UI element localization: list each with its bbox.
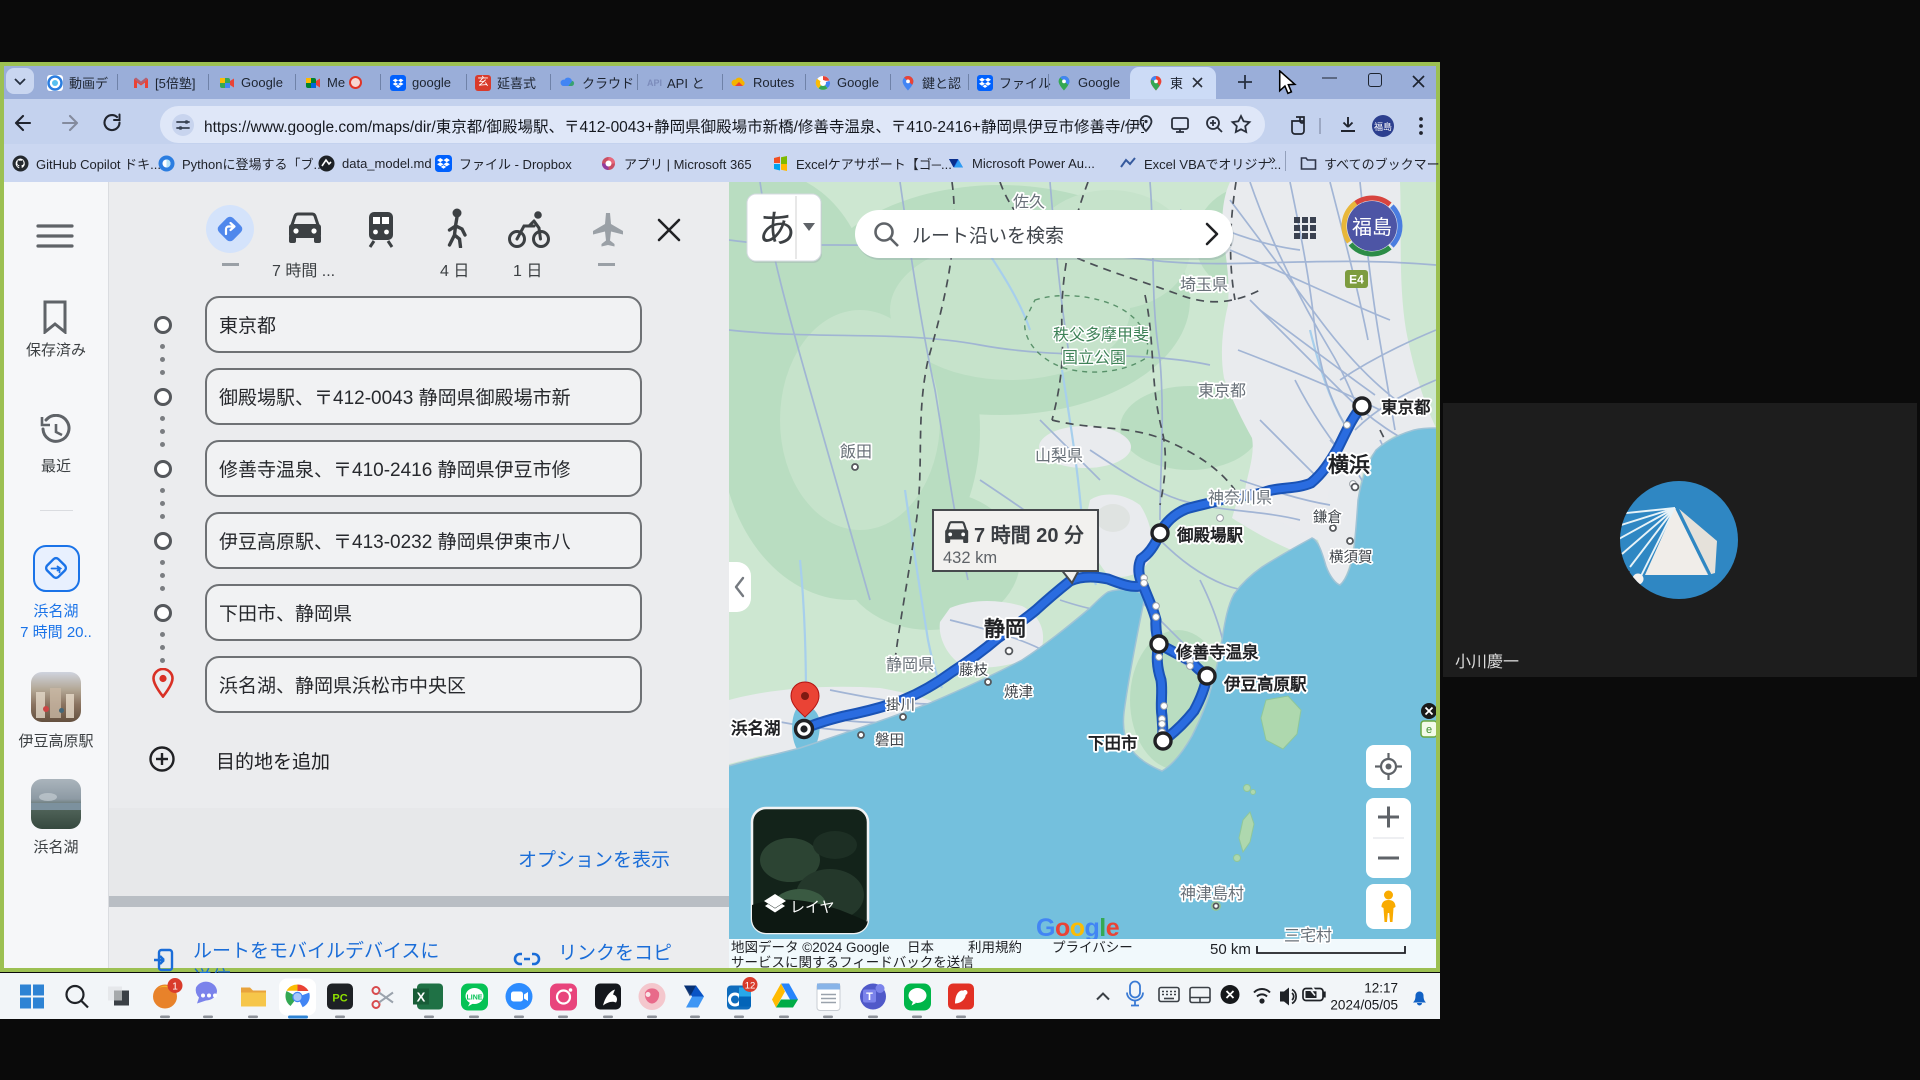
svg-text:伊豆高原駅: 伊豆高原駅 bbox=[1223, 674, 1307, 694]
svg-text:12: 12 bbox=[745, 980, 756, 991]
svg-text:飯田: 飯田 bbox=[840, 443, 872, 461]
svg-text:7 時間 20 分: 7 時間 20 分 bbox=[974, 523, 1084, 547]
svg-text:432 km: 432 km bbox=[943, 549, 997, 567]
svg-text:ルート沿いを検索: ルート沿いを検索 bbox=[912, 225, 1064, 247]
svg-text:静岡: 静岡 bbox=[984, 617, 1026, 641]
svg-text:Google: Google bbox=[1036, 914, 1120, 942]
svg-text:横浜: 横浜 bbox=[1328, 454, 1370, 477]
svg-text:横須賀: 横須賀 bbox=[1329, 549, 1373, 566]
svg-text:e: e bbox=[1426, 724, 1432, 736]
svg-text:鎌倉: 鎌倉 bbox=[1313, 509, 1342, 526]
svg-text:神奈川県: 神奈川県 bbox=[1208, 489, 1272, 507]
svg-text:山梨県: 山梨県 bbox=[1035, 447, 1083, 465]
svg-text:藤枝: 藤枝 bbox=[959, 662, 988, 679]
svg-text:御殿場駅: 御殿場駅 bbox=[1176, 525, 1244, 545]
svg-text:サービスに関するフィードバックを送信: サービスに関するフィードバックを送信 bbox=[731, 955, 974, 968]
svg-text:レイヤ: レイヤ bbox=[790, 899, 835, 916]
svg-text:東京都: 東京都 bbox=[1198, 382, 1246, 400]
svg-text:T: T bbox=[866, 991, 873, 1003]
svg-text:秩父多摩甲斐: 秩父多摩甲斐 bbox=[1053, 326, 1149, 344]
svg-text:東京都: 東京都 bbox=[1381, 397, 1431, 417]
svg-text:福島: 福島 bbox=[1374, 121, 1392, 132]
svg-text:日本: 日本 bbox=[907, 940, 935, 955]
svg-text:PC: PC bbox=[332, 993, 347, 1005]
svg-text:地図データ ©2024 Google: 地図データ ©2024 Google bbox=[731, 939, 890, 955]
svg-text:佐久: 佐久 bbox=[1013, 193, 1045, 211]
svg-text:2024/05/05: 2024/05/05 bbox=[1330, 998, 1398, 1013]
svg-text:下田市: 下田市 bbox=[1088, 733, 1138, 753]
svg-text:焼津: 焼津 bbox=[1004, 684, 1033, 701]
svg-text:国立公園: 国立公園 bbox=[1062, 349, 1126, 367]
svg-text:X: X bbox=[417, 990, 426, 1005]
svg-text:1: 1 bbox=[172, 982, 178, 993]
svg-text:LINE: LINE bbox=[467, 995, 483, 1002]
svg-text:神津島村: 神津島村 bbox=[1180, 885, 1244, 903]
svg-text:掛川: 掛川 bbox=[886, 697, 915, 714]
svg-text:修善寺温泉: 修善寺温泉 bbox=[1175, 642, 1259, 662]
svg-text:静岡県: 静岡県 bbox=[886, 656, 934, 674]
svg-text:E4: E4 bbox=[1349, 273, 1364, 287]
svg-text:利用規約: 利用規約 bbox=[968, 940, 1022, 955]
svg-text:三宅村: 三宅村 bbox=[1284, 927, 1332, 945]
svg-text:浜名湖: 浜名湖 bbox=[731, 718, 781, 738]
svg-text:50 km: 50 km bbox=[1210, 941, 1251, 958]
svg-text:福島: 福島 bbox=[1352, 216, 1392, 239]
svg-text:あ: あ bbox=[758, 209, 796, 251]
svg-text:12:17: 12:17 bbox=[1364, 981, 1398, 996]
svg-text:埼玉県: 埼玉県 bbox=[1180, 276, 1228, 294]
svg-text:プライバシー: プライバシー bbox=[1052, 940, 1133, 955]
svg-text:磐田: 磐田 bbox=[875, 732, 904, 749]
